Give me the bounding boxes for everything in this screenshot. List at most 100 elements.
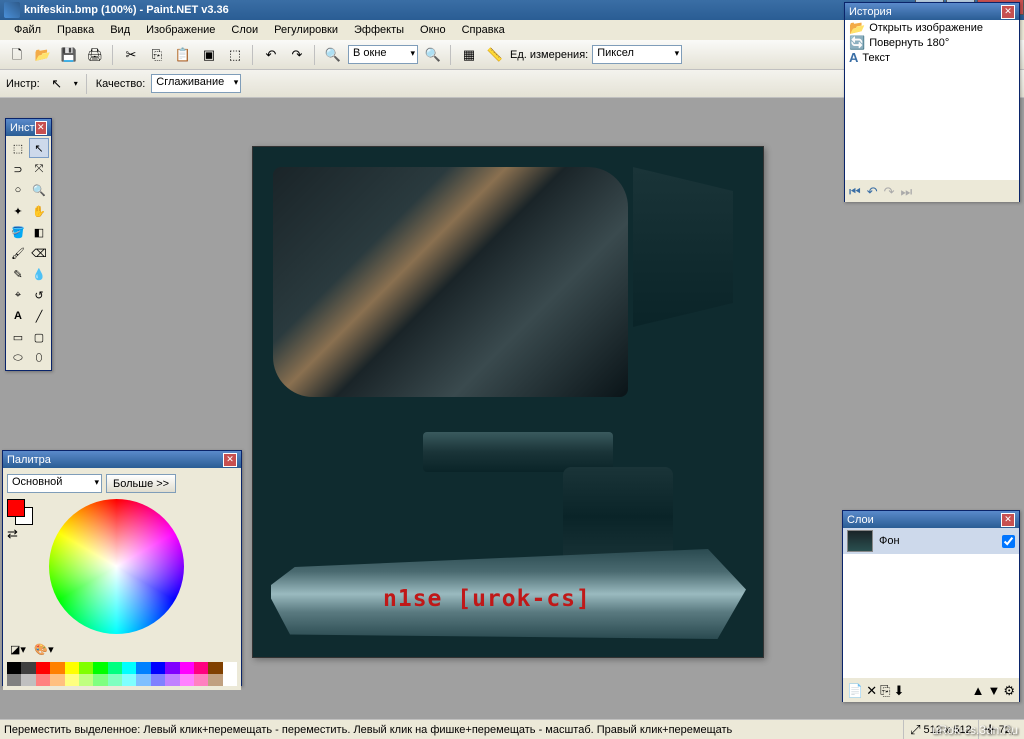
last-icon[interactable]: ⏭	[901, 185, 913, 198]
roundrect-tool[interactable]: ▢	[29, 327, 49, 347]
color-swatch[interactable]	[165, 662, 179, 674]
zoom-tool[interactable]: 🔍	[29, 180, 49, 200]
pencil-tool[interactable]: ✎	[8, 264, 28, 284]
text-tool[interactable]: A	[8, 306, 28, 326]
history-item[interactable]: AТекст	[845, 50, 1019, 65]
wand-tool[interactable]: ✦	[8, 201, 28, 221]
color-swatch[interactable]	[65, 674, 79, 686]
brush-tool[interactable]: 🖌	[8, 243, 28, 263]
redo-icon[interactable]: ↷	[884, 185, 895, 198]
delete-layer-icon[interactable]: ✕	[866, 684, 877, 697]
first-icon[interactable]: ⏮	[849, 185, 861, 198]
color-swatch[interactable]	[151, 662, 165, 674]
color-swatch[interactable]	[93, 674, 107, 686]
ruler-icon[interactable]: 📏	[484, 44, 506, 66]
color-swatch[interactable]	[36, 674, 50, 686]
dropdown-icon[interactable]: ▾	[74, 79, 78, 88]
history-title[interactable]: История ✕	[845, 3, 1019, 20]
swap-colors-icon[interactable]: ⇄	[7, 527, 43, 540]
recolor-tool[interactable]: ↺	[29, 285, 49, 305]
grid-icon[interactable]: ▦	[458, 44, 480, 66]
picker-tool[interactable]: 💧	[29, 264, 49, 284]
deselect-icon[interactable]: ⬚	[224, 44, 246, 66]
eraser-tool[interactable]: ⌫	[29, 243, 49, 263]
fg-color[interactable]	[7, 499, 25, 517]
color-swatch[interactable]	[136, 674, 150, 686]
undo-icon[interactable]: ↶	[260, 44, 282, 66]
color-swatch[interactable]	[50, 662, 64, 674]
crop-icon[interactable]: ▣	[198, 44, 220, 66]
freeform-tool[interactable]: ⬯	[29, 348, 49, 368]
menu-Окно[interactable]: Окно	[412, 22, 454, 38]
history-item[interactable]: 🔄Повернуть 180°	[845, 35, 1019, 50]
color-swatch[interactable]	[194, 662, 208, 674]
color-swatch[interactable]	[79, 674, 93, 686]
history-item[interactable]: 📂Открыть изображение	[845, 20, 1019, 35]
rect-select-tool[interactable]: ⬚	[8, 138, 28, 158]
color-swatch[interactable]	[151, 674, 165, 686]
color-swatch[interactable]	[93, 662, 107, 674]
ellipse-tool[interactable]: ⬭	[8, 348, 28, 368]
color-swatch[interactable]	[79, 662, 93, 674]
cut-icon[interactable]: ✂	[120, 44, 142, 66]
layers-title[interactable]: Слои ✕	[843, 511, 1019, 528]
color-swatch[interactable]	[50, 674, 64, 686]
zoom-combo[interactable]: В окне	[348, 45, 418, 64]
color-strip[interactable]	[7, 662, 237, 686]
color-swatch[interactable]	[108, 674, 122, 686]
color-swatch[interactable]	[36, 662, 50, 674]
color-swatch[interactable]	[208, 662, 222, 674]
new-icon[interactable]: 🗋	[6, 44, 28, 66]
properties-icon[interactable]: ⚙	[1003, 684, 1015, 697]
palette-menu-icon[interactable]: ◪▾	[7, 638, 29, 660]
move-down-icon[interactable]: ▼	[987, 684, 1000, 697]
menu-Файл[interactable]: Файл	[6, 22, 49, 38]
color-swatch[interactable]	[223, 674, 237, 686]
color-swatch[interactable]	[165, 674, 179, 686]
redo-icon[interactable]: ↷	[286, 44, 308, 66]
pan-tool[interactable]: ✋	[29, 201, 49, 221]
paste-icon[interactable]: 📋	[172, 44, 194, 66]
color-swatch[interactable]	[223, 662, 237, 674]
copy-icon[interactable]: ⎘	[146, 44, 168, 66]
menu-Вид[interactable]: Вид	[102, 22, 138, 38]
color-swatch[interactable]	[122, 662, 136, 674]
color-swatch[interactable]	[65, 662, 79, 674]
open-icon[interactable]: 📂	[32, 44, 54, 66]
save-icon[interactable]: 💾	[58, 44, 80, 66]
canvas[interactable]: n1se [urok-cs]	[252, 146, 764, 658]
color-swatch[interactable]	[108, 662, 122, 674]
color-wheel[interactable]	[49, 499, 184, 634]
color-swatch[interactable]	[136, 662, 150, 674]
menu-Эффекты[interactable]: Эффекты	[346, 22, 412, 38]
primary-secondary-swatch[interactable]	[7, 499, 33, 525]
layer-visible-checkbox[interactable]	[1002, 535, 1015, 548]
move-pixels-tool[interactable]: ⤧	[29, 159, 49, 179]
lasso-tool[interactable]: ⊃	[8, 159, 28, 179]
close-icon[interactable]: ✕	[35, 121, 47, 135]
menu-Справка[interactable]: Справка	[454, 22, 513, 38]
undo-icon[interactable]: ↶	[867, 185, 878, 198]
zoom-out-icon[interactable]: 🔍	[322, 44, 344, 66]
color-set-combo[interactable]: Основной	[7, 474, 102, 493]
menu-Слои[interactable]: Слои	[223, 22, 266, 38]
color-swatch[interactable]	[208, 674, 222, 686]
fill-tool[interactable]: 🪣	[8, 222, 28, 242]
units-combo[interactable]: Пиксел	[592, 45, 682, 64]
merge-layer-icon[interactable]: ⬇	[894, 684, 905, 697]
quality-combo[interactable]: Сглаживание	[151, 74, 241, 93]
menu-Изображение[interactable]: Изображение	[138, 22, 223, 38]
move-up-icon[interactable]: ▲	[972, 684, 985, 697]
clone-tool[interactable]: ⌖	[8, 285, 28, 305]
history-list[interactable]: 📂Открыть изображение🔄Повернуть 180°AТекс…	[845, 20, 1019, 180]
layer-row[interactable]: Фон	[843, 528, 1019, 554]
zoom-in-icon[interactable]: 🔍	[422, 44, 444, 66]
tools-panel-title[interactable]: Инст ✕	[6, 119, 51, 136]
color-swatch[interactable]	[180, 662, 194, 674]
close-icon[interactable]: ✕	[1001, 5, 1015, 19]
add-layer-icon[interactable]: 📄	[847, 684, 863, 697]
layers-list[interactable]: Фон	[843, 528, 1019, 678]
line-tool[interactable]: ╱	[29, 306, 49, 326]
color-swatch[interactable]	[122, 674, 136, 686]
more-button[interactable]: Больше >>	[106, 474, 176, 493]
